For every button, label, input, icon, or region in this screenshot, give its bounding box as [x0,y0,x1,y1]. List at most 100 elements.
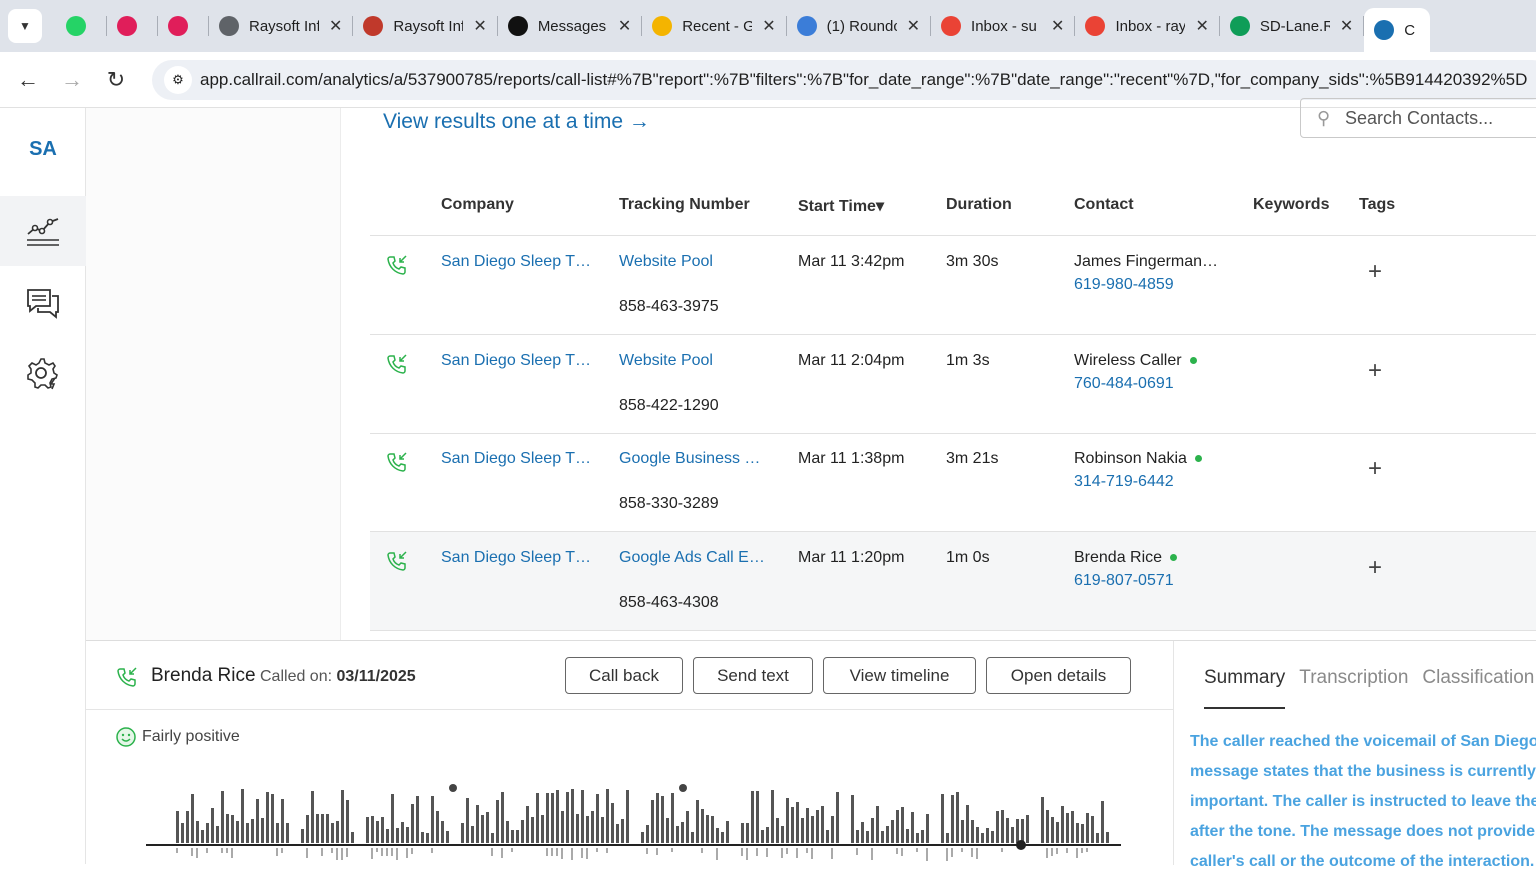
sidebar-item-settings[interactable] [0,338,86,408]
open-details-button[interactable]: Open details [986,657,1131,694]
account-initials[interactable]: SA [0,138,86,161]
reload-button[interactable]: ↻ [94,67,138,93]
duration: 3m 30s [946,253,999,270]
close-tab-icon[interactable]: ✕ [1340,16,1353,36]
browser-tab[interactable]: C [1364,8,1431,52]
waveform-bar [1026,815,1029,843]
add-tag-button[interactable]: + [1368,357,1382,385]
table-row[interactable]: San Diego Sleep T… Google Ads Call E… 858-… [370,531,1536,631]
source-link[interactable]: Website Pool [619,253,713,271]
contact-phone-link[interactable]: 314-719-6442 [1074,473,1174,491]
waveform-marker[interactable] [449,784,457,792]
contact-name[interactable]: James Fingerman… [1074,253,1218,271]
column-start-time[interactable]: Start Time▾ [798,196,884,216]
table-header: Company Tracking Number Start Time▾ Dura… [370,196,1536,236]
table-row[interactable]: San Diego Sleep T… Website Pool 858-463-39… [370,236,1536,335]
waveform-bar [1001,810,1004,843]
company-link[interactable]: San Diego Sleep T… [441,450,591,468]
waveform-bar-lower [766,848,768,857]
close-tab-icon[interactable]: ✕ [618,16,631,36]
browser-tab[interactable] [107,8,157,44]
browser-tab[interactable]: Recent - G ✕ [642,8,785,44]
browser-tab[interactable]: Inbox - su ✕ [931,8,1074,44]
close-tab-icon[interactable]: ✕ [1195,16,1208,36]
waveform-bar-lower [341,848,343,860]
close-tab-icon[interactable]: ✕ [907,16,920,36]
contact-name-text: James Fingerman… [1074,253,1219,270]
send-text-button[interactable]: Send text [693,657,813,694]
view-timeline-button[interactable]: View timeline [823,657,976,694]
table-row[interactable]: San Diego Sleep T… Website Pool 858-422-12… [370,335,1536,434]
tab-classification[interactable]: Classification [1422,667,1534,709]
tab-strip: Raysoft Inf ✕ Raysoft Inf ✕ Messages ✕ Recent … [56,0,1431,52]
waveform-bar-lower [331,848,333,853]
column-contact[interactable]: Contact [1074,196,1134,214]
column-tags[interactable]: Tags [1359,196,1395,214]
audio-waveform[interactable] [146,781,1126,865]
column-company[interactable]: Company [441,196,514,214]
waveform-bar [381,817,384,843]
waveform-bar [906,829,909,843]
tab-search-button[interactable]: ▼ [8,9,42,43]
add-tag-button[interactable]: + [1368,258,1382,286]
drive-icon [652,16,673,36]
playhead-handle[interactable] [1016,840,1026,850]
contact-name[interactable]: Robinson Nakia [1074,450,1202,468]
browser-tab[interactable] [56,8,106,44]
waveform-bar [911,812,914,843]
sidebar-item-analytics[interactable] [0,196,86,266]
waveform-bar [326,814,329,843]
view-one-at-a-time-link[interactable]: View results one at a time → [383,110,650,134]
sidebar-item-messages[interactable] [0,268,86,338]
add-tag-button[interactable]: + [1368,455,1382,483]
browser-tab[interactable]: SD-Lane.R ✕ [1220,8,1363,44]
source-link[interactable]: Google Ads Call E… [619,549,765,567]
add-tag-button[interactable]: + [1368,554,1382,582]
source-link[interactable]: Website Pool [619,352,713,370]
close-tab-icon[interactable]: ✕ [473,16,486,36]
waveform-bar [416,796,419,843]
contact-name-text: Brenda Rice [1074,548,1163,566]
column-tracking-number[interactable]: Tracking Number [619,196,750,214]
tab-transcription[interactable]: Transcription [1299,667,1408,709]
company-link[interactable]: San Diego Sleep T… [441,352,591,370]
search-contacts-input[interactable]: ⚲ Search Contacts... [1300,98,1536,138]
browser-tab[interactable]: Raysoft Inf ✕ [209,8,352,44]
contact-phone-link[interactable]: 619-980-4859 [1074,276,1174,294]
waveform-bar [871,818,874,843]
source-link[interactable]: Google Business … [619,450,760,468]
company-link[interactable]: San Diego Sleep T… [441,253,591,271]
waveform-marker[interactable] [679,784,687,792]
contact-name[interactable]: Wireless Caller [1074,352,1197,370]
company-link[interactable]: San Diego Sleep T… [441,549,591,567]
url-input[interactable]: ⚙ app.callrail.com/analytics/a/537900785… [152,60,1536,100]
site-info-icon[interactable]: ⚙ [164,66,192,94]
close-tab-icon[interactable]: ✕ [762,16,775,36]
forward-button[interactable]: → [50,67,94,93]
table-row[interactable]: San Diego Sleep T… Google Business … 858-3… [370,433,1536,532]
waveform-bar [721,832,724,843]
browser-tab[interactable] [158,8,208,44]
back-button[interactable]: ← [6,67,50,93]
waveform-bar-lower [946,848,948,861]
browser-tab[interactable]: Raysoft Inf ✕ [353,8,496,44]
waveform-bar-lower [896,848,898,854]
duration: 3m 21s [946,450,999,467]
close-tab-icon[interactable]: ✕ [329,16,342,36]
browser-tab[interactable]: (1) Roundc ✕ [787,8,930,44]
waveform-bar-lower [741,848,743,856]
column-duration[interactable]: Duration [946,196,1012,214]
browser-tab[interactable]: Inbox - ray ✕ [1075,8,1218,44]
close-tab-icon[interactable]: ✕ [1051,16,1064,36]
contact-name[interactable]: Brenda Rice [1074,548,1178,567]
waveform-bar [761,830,764,843]
waveform-bar-lower [391,848,393,856]
waveform-bar [406,827,409,843]
contact-phone-link[interactable]: 760-484-0691 [1074,375,1174,393]
contact-phone-link[interactable]: 619-807-0571 [1074,572,1174,590]
column-keywords[interactable]: Keywords [1253,196,1329,214]
call-back-button[interactable]: Call back [565,657,683,694]
browser-tab[interactable]: Messages ✕ [498,8,641,44]
waveform-bar [996,811,999,843]
tab-summary[interactable]: Summary [1204,667,1286,709]
